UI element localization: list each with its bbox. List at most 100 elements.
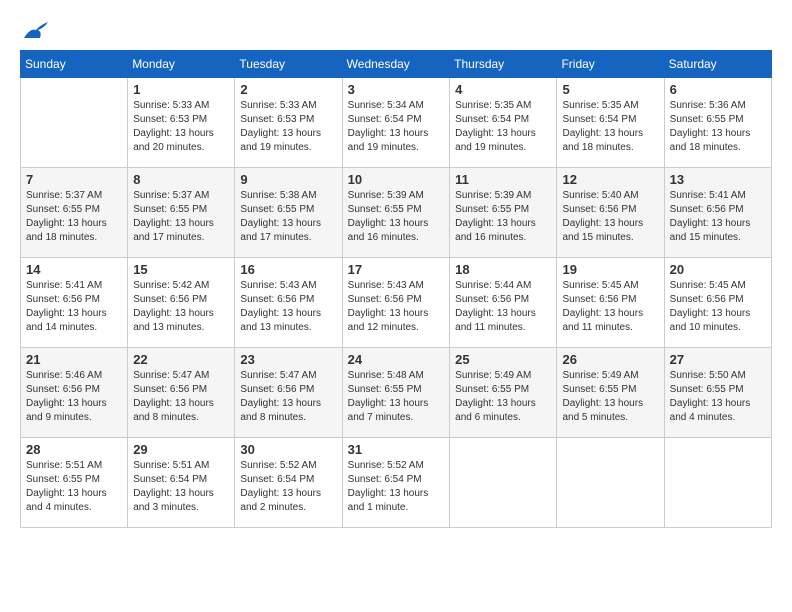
calendar-cell: 4 Sunrise: 5:35 AMSunset: 6:54 PMDaylight…	[450, 78, 557, 168]
day-info: Sunrise: 5:38 AMSunset: 6:55 PMDaylight:…	[240, 189, 336, 245]
calendar-cell: 25 Sunrise: 5:49 AMSunset: 6:55 PMDayligh…	[450, 348, 557, 438]
calendar-cell: 13 Sunrise: 5:41 AMSunset: 6:56 PMDayligh…	[664, 168, 771, 258]
calendar-cell: 9 Sunrise: 5:38 AMSunset: 6:55 PMDaylight…	[235, 168, 342, 258]
day-info: Sunrise: 5:52 AMSunset: 6:54 PMDaylight:…	[348, 459, 445, 515]
day-number: 9	[240, 172, 336, 187]
day-info: Sunrise: 5:39 AMSunset: 6:55 PMDaylight:…	[348, 189, 445, 245]
day-number: 28	[26, 442, 122, 457]
day-info: Sunrise: 5:49 AMSunset: 6:55 PMDaylight:…	[455, 369, 551, 425]
calendar-cell: 2 Sunrise: 5:33 AMSunset: 6:53 PMDaylight…	[235, 78, 342, 168]
day-number: 12	[562, 172, 658, 187]
header-wednesday: Wednesday	[342, 51, 450, 78]
day-number: 26	[562, 352, 658, 367]
day-info: Sunrise: 5:47 AMSunset: 6:56 PMDaylight:…	[240, 369, 336, 425]
day-number: 31	[348, 442, 445, 457]
day-info: Sunrise: 5:51 AMSunset: 6:55 PMDaylight:…	[26, 459, 122, 515]
day-number: 1	[133, 82, 229, 97]
calendar-cell: 30 Sunrise: 5:52 AMSunset: 6:54 PMDayligh…	[235, 438, 342, 528]
calendar-cell: 16 Sunrise: 5:43 AMSunset: 6:56 PMDayligh…	[235, 258, 342, 348]
calendar-cell: 29Sunrise: 5:51 AMSunset: 6:54 PMDayligh…	[128, 438, 235, 528]
page-header	[20, 20, 772, 40]
day-number: 8	[133, 172, 229, 187]
day-info: Sunrise: 5:33 AMSunset: 6:53 PMDaylight:…	[133, 99, 229, 155]
day-info: Sunrise: 5:49 AMSunset: 6:55 PMDaylight:…	[562, 369, 658, 425]
day-number: 7	[26, 172, 122, 187]
calendar-cell	[21, 78, 128, 168]
logo-bird-icon	[22, 20, 50, 40]
day-number: 3	[348, 82, 445, 97]
calendar-cell: 8 Sunrise: 5:37 AMSunset: 6:55 PMDaylight…	[128, 168, 235, 258]
header-friday: Friday	[557, 51, 664, 78]
day-info: Sunrise: 5:46 AMSunset: 6:56 PMDaylight:…	[26, 369, 122, 425]
day-info: Sunrise: 5:43 AMSunset: 6:56 PMDaylight:…	[240, 279, 336, 335]
day-info: Sunrise: 5:41 AMSunset: 6:56 PMDaylight:…	[670, 189, 766, 245]
calendar-cell: 27Sunrise: 5:50 AMSunset: 6:55 PMDayligh…	[664, 348, 771, 438]
calendar-cell: 24Sunrise: 5:48 AMSunset: 6:55 PMDayligh…	[342, 348, 450, 438]
day-number: 2	[240, 82, 336, 97]
day-info: Sunrise: 5:41 AMSunset: 6:56 PMDaylight:…	[26, 279, 122, 335]
day-number: 10	[348, 172, 445, 187]
day-number: 22	[133, 352, 229, 367]
header-monday: Monday	[128, 51, 235, 78]
header-thursday: Thursday	[450, 51, 557, 78]
calendar-cell: 11Sunrise: 5:39 AMSunset: 6:55 PMDayligh…	[450, 168, 557, 258]
day-info: Sunrise: 5:40 AMSunset: 6:56 PMDaylight:…	[562, 189, 658, 245]
calendar-cell: 19 Sunrise: 5:45 AMSunset: 6:56 PMDayligh…	[557, 258, 664, 348]
day-number: 15	[133, 262, 229, 277]
day-info: Sunrise: 5:45 AMSunset: 6:56 PMDaylight:…	[562, 279, 658, 335]
calendar-week-row: 7 Sunrise: 5:37 AMSunset: 6:55 PMDaylight…	[21, 168, 772, 258]
day-number: 4	[455, 82, 551, 97]
calendar-cell: 20Sunrise: 5:45 AMSunset: 6:56 PMDayligh…	[664, 258, 771, 348]
calendar-cell: 10 Sunrise: 5:39 AMSunset: 6:55 PMDayligh…	[342, 168, 450, 258]
calendar-cell	[450, 438, 557, 528]
calendar-cell: 14Sunrise: 5:41 AMSunset: 6:56 PMDayligh…	[21, 258, 128, 348]
day-number: 30	[240, 442, 336, 457]
day-info: Sunrise: 5:33 AMSunset: 6:53 PMDaylight:…	[240, 99, 336, 155]
calendar-header-row: SundayMondayTuesdayWednesdayThursdayFrid…	[21, 51, 772, 78]
day-info: Sunrise: 5:35 AMSunset: 6:54 PMDaylight:…	[562, 99, 658, 155]
calendar-cell: 23 Sunrise: 5:47 AMSunset: 6:56 PMDayligh…	[235, 348, 342, 438]
calendar-cell: 3 Sunrise: 5:34 AMSunset: 6:54 PMDaylight…	[342, 78, 450, 168]
calendar-cell: 1 Sunrise: 5:33 AMSunset: 6:53 PMDaylight…	[128, 78, 235, 168]
logo	[20, 20, 50, 40]
header-tuesday: Tuesday	[235, 51, 342, 78]
day-info: Sunrise: 5:48 AMSunset: 6:55 PMDaylight:…	[348, 369, 445, 425]
day-info: Sunrise: 5:52 AMSunset: 6:54 PMDaylight:…	[240, 459, 336, 515]
day-info: Sunrise: 5:37 AMSunset: 6:55 PMDaylight:…	[26, 189, 122, 245]
day-number: 6	[670, 82, 766, 97]
calendar-cell: 6Sunrise: 5:36 AMSunset: 6:55 PMDaylight…	[664, 78, 771, 168]
day-info: Sunrise: 5:50 AMSunset: 6:55 PMDaylight:…	[670, 369, 766, 425]
calendar-week-row: 21 Sunrise: 5:46 AMSunset: 6:56 PMDayligh…	[21, 348, 772, 438]
day-info: Sunrise: 5:51 AMSunset: 6:54 PMDaylight:…	[133, 459, 229, 515]
day-number: 23	[240, 352, 336, 367]
day-number: 19	[562, 262, 658, 277]
day-number: 25	[455, 352, 551, 367]
calendar-cell: 26 Sunrise: 5:49 AMSunset: 6:55 PMDayligh…	[557, 348, 664, 438]
day-number: 21	[26, 352, 122, 367]
day-info: Sunrise: 5:37 AMSunset: 6:55 PMDaylight:…	[133, 189, 229, 245]
calendar-cell: 7 Sunrise: 5:37 AMSunset: 6:55 PMDaylight…	[21, 168, 128, 258]
day-info: Sunrise: 5:35 AMSunset: 6:54 PMDaylight:…	[455, 99, 551, 155]
calendar-cell: 31 Sunrise: 5:52 AMSunset: 6:54 PMDayligh…	[342, 438, 450, 528]
day-number: 20	[670, 262, 766, 277]
calendar-cell: 18 Sunrise: 5:44 AMSunset: 6:56 PMDayligh…	[450, 258, 557, 348]
calendar-cell: 17 Sunrise: 5:43 AMSunset: 6:56 PMDayligh…	[342, 258, 450, 348]
header-saturday: Saturday	[664, 51, 771, 78]
day-info: Sunrise: 5:39 AMSunset: 6:55 PMDaylight:…	[455, 189, 551, 245]
calendar-week-row: 28 Sunrise: 5:51 AMSunset: 6:55 PMDayligh…	[21, 438, 772, 528]
day-info: Sunrise: 5:42 AMSunset: 6:56 PMDaylight:…	[133, 279, 229, 335]
day-number: 17	[348, 262, 445, 277]
day-info: Sunrise: 5:34 AMSunset: 6:54 PMDaylight:…	[348, 99, 445, 155]
calendar-cell	[557, 438, 664, 528]
day-number: 18	[455, 262, 551, 277]
calendar-cell: 5Sunrise: 5:35 AMSunset: 6:54 PMDaylight…	[557, 78, 664, 168]
day-info: Sunrise: 5:47 AMSunset: 6:56 PMDaylight:…	[133, 369, 229, 425]
day-number: 16	[240, 262, 336, 277]
calendar-week-row: 14Sunrise: 5:41 AMSunset: 6:56 PMDayligh…	[21, 258, 772, 348]
calendar-table: SundayMondayTuesdayWednesdayThursdayFrid…	[20, 50, 772, 528]
calendar-cell: 21 Sunrise: 5:46 AMSunset: 6:56 PMDayligh…	[21, 348, 128, 438]
calendar-week-row: 1 Sunrise: 5:33 AMSunset: 6:53 PMDaylight…	[21, 78, 772, 168]
day-info: Sunrise: 5:43 AMSunset: 6:56 PMDaylight:…	[348, 279, 445, 335]
day-number: 13	[670, 172, 766, 187]
day-info: Sunrise: 5:44 AMSunset: 6:56 PMDaylight:…	[455, 279, 551, 335]
